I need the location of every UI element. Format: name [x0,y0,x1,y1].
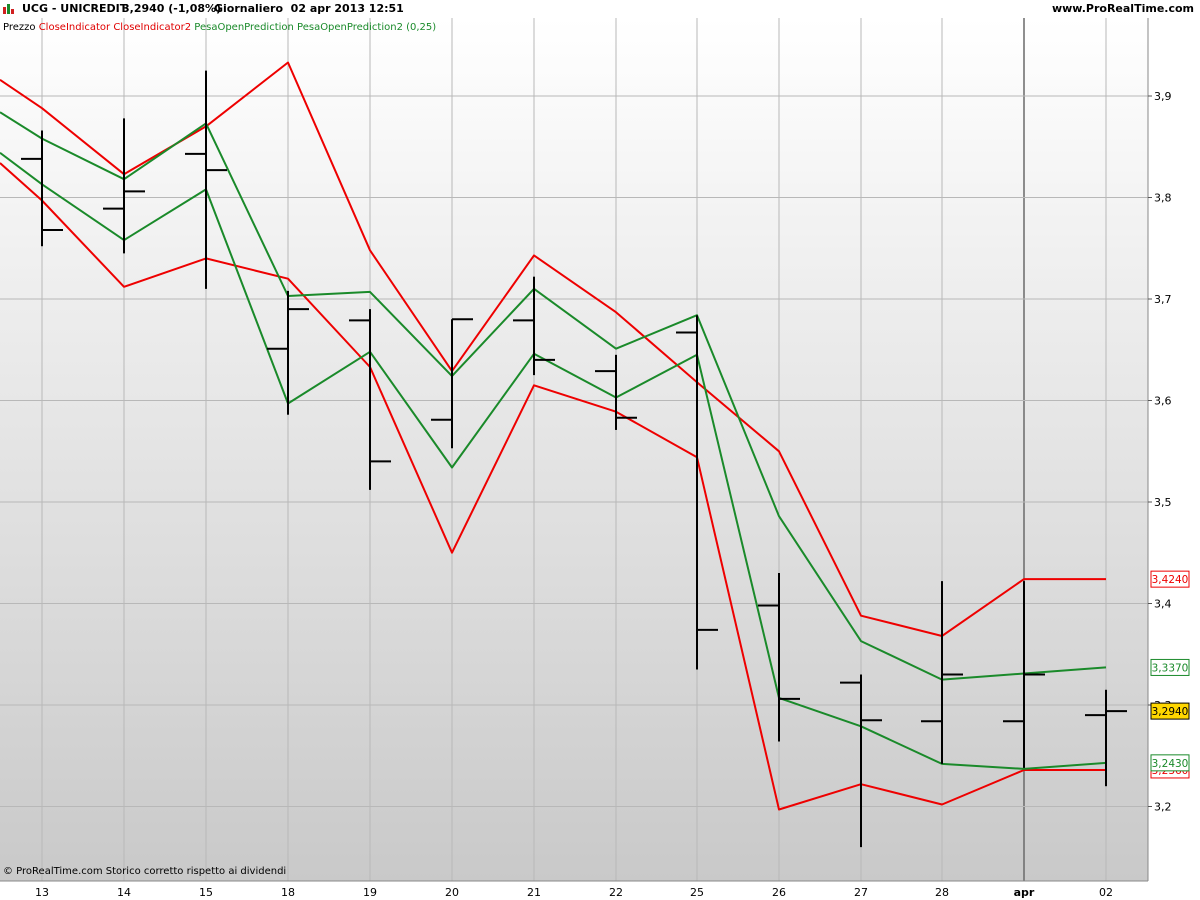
x-tick-label: 22 [609,886,623,899]
x-tick-label: 14 [117,886,131,899]
y-tick-label: 3,6 [1154,395,1172,408]
x-tick-label: 28 [935,886,949,899]
value-tag: 3,4240 [1150,570,1190,588]
x-tick-label: 26 [772,886,786,899]
value-tag: 3,2430 [1150,754,1190,772]
legend-price: Prezzo [3,22,36,33]
y-tick-label: 3,8 [1154,192,1172,205]
price-chart[interactable]: 3,23,33,43,53,63,73,83,9 131415181920212… [0,0,1200,900]
y-tick-label: 3,9 [1154,90,1172,103]
x-tick-label: 25 [690,886,704,899]
y-tick-label: 3,4 [1154,598,1172,611]
x-tick-label: 21 [527,886,541,899]
x-tick-label: 15 [199,886,213,899]
value-tag-label: 3,4240 [1152,574,1189,586]
y-tick-label: 3,2 [1154,801,1172,814]
value-tag-label: 3,3370 [1152,662,1189,674]
x-tick-label: 19 [363,886,377,899]
value-tag: 3,2940 [1150,702,1190,720]
value-tag-label: 3,2430 [1152,758,1189,770]
legend-pesa-open: PesaOpenPrediction PesaOpenPrediction2 (… [194,22,437,33]
copyright-note: © ProRealTime.com Storico corretto rispe… [3,866,287,877]
value-tag-label: 3,2940 [1152,706,1189,718]
y-tick-label: 3,5 [1154,496,1172,509]
legend-close-indicator: CloseIndicator CloseIndicator2 [38,22,192,33]
axis-background [1148,18,1200,881]
x-tick-label: 20 [445,886,459,899]
value-tag: 3,3370 [1150,658,1190,676]
x-tick-label: 13 [35,886,49,899]
x-tick-label: apr [1014,886,1035,899]
x-tick-label: 18 [281,886,295,899]
x-tick-label: 02 [1099,886,1113,899]
chart-legend: Prezzo CloseIndicator CloseIndicator2 Pe… [3,21,436,35]
x-tick-label: 27 [854,886,868,899]
y-tick-label: 3,7 [1154,293,1172,306]
